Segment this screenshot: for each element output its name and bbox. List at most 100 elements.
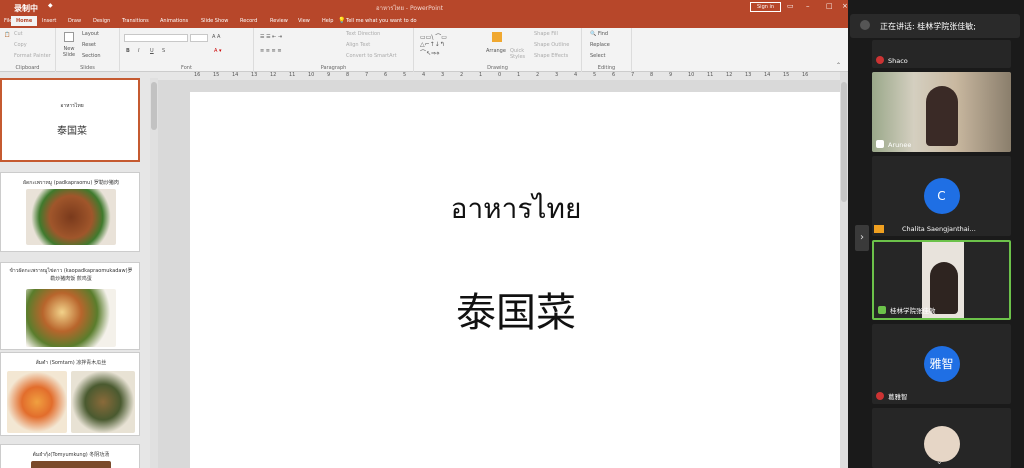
ruler-mark: 7	[631, 72, 635, 78]
thumbnail-slide-5[interactable]: ต้มยำกุ้ง(Tomyumkung) 冬阴功汤	[0, 444, 140, 468]
slide-thumbnails-pane[interactable]: อาหารไทย 泰国菜 ผัดกะเพราหมู (padkapraomu) …	[0, 78, 150, 468]
food-photo	[31, 461, 111, 468]
ruler-mark: 1	[479, 72, 483, 78]
find-icon: 🔍	[590, 31, 597, 37]
tab-help[interactable]: Help	[322, 18, 333, 24]
paste-button[interactable]: 📋	[4, 32, 10, 38]
thumbnail-2-caption: ผัดกะเพราหมู (padkapraomu) 罗勒炒猪肉	[23, 180, 119, 186]
ruler-mark: 16	[802, 72, 809, 78]
align-icon[interactable]: ≡ ≡ ≡ ≡	[260, 48, 282, 54]
collapse-panel-icon[interactable]: ›	[855, 225, 869, 251]
section-button[interactable]: Section	[82, 53, 101, 59]
tell-me-search[interactable]: Tell me what you want to do	[346, 18, 417, 24]
slide-title-chinese[interactable]: 泰国菜	[190, 280, 842, 338]
arrange-button[interactable]: Arrange	[486, 48, 506, 54]
tab-record[interactable]: Record	[240, 18, 257, 24]
arrange-icon[interactable]	[492, 32, 502, 42]
participant-tile[interactable]: Arunee	[872, 72, 1011, 152]
font-color-icon[interactable]: A ▾	[214, 48, 222, 54]
participant-tile[interactable]: 雅智 葛雅智	[872, 324, 1011, 404]
tab-animations[interactable]: Animations	[160, 18, 188, 24]
bold-button[interactable]: B	[126, 48, 130, 54]
paste-icon: 📋	[4, 32, 11, 38]
participant-tile[interactable]: ⌄	[872, 408, 1011, 468]
shape-outline-button[interactable]: Shape Outline	[534, 42, 569, 48]
speaking-indicator: 正在讲话: 桂林学院张佳敏;	[850, 14, 1020, 38]
powerpoint-window: 录制中 ◆ อาหารไทย - PowerPoint Sign in ▭ – …	[0, 0, 848, 468]
shape-fill-button[interactable]: Shape Fill	[534, 31, 558, 37]
smartart-button[interactable]: Convert to SmartArt	[346, 53, 397, 59]
bullets-icon[interactable]: ☰ ☰ ⇤ ⇥	[260, 34, 282, 40]
participant-name: 桂林学院张佳敏	[890, 307, 936, 315]
ruler-mark: 9	[327, 72, 331, 78]
close-icon[interactable]: ×	[842, 2, 848, 10]
ruler-mark: 3	[555, 72, 559, 78]
ruler-mark: 7	[365, 72, 369, 78]
cut-button[interactable]: Cut	[14, 31, 23, 37]
shapes-gallery-icon[interactable]: ▭▭\ ⌒▭ △⌐↑↓↰ ⌒↖⇒⋄	[420, 32, 447, 57]
new-slide-button[interactable]: New Slide	[60, 46, 78, 58]
new-slide-icon[interactable]	[64, 32, 74, 42]
sign-in-button[interactable]: Sign in	[750, 2, 782, 12]
tab-design[interactable]: Design	[93, 18, 110, 24]
autosave-icon[interactable]: ◆	[48, 2, 53, 9]
tab-insert[interactable]: Insert	[42, 18, 56, 24]
ruler-mark: 11	[289, 72, 296, 78]
slide-title-thai[interactable]: อาหารไทย	[190, 187, 842, 231]
collapse-ribbon-icon[interactable]: ⌃	[836, 62, 841, 69]
tab-draw[interactable]: Draw	[68, 18, 81, 24]
font-size-input[interactable]	[190, 34, 208, 42]
replace-button[interactable]: Replace	[590, 42, 610, 48]
minimize-icon[interactable]: –	[806, 2, 810, 10]
participant-tile[interactable]: Shaco	[872, 40, 1011, 68]
slide-scroll-thumb[interactable]	[841, 82, 847, 202]
ruler-mark: 4	[574, 72, 578, 78]
thumbnail-scroll-thumb[interactable]	[151, 82, 157, 130]
scroll-down-icon[interactable]: ⌄	[936, 457, 943, 466]
quick-styles-button[interactable]: Quick Styles	[510, 48, 526, 60]
tab-view[interactable]: View	[298, 18, 310, 24]
select-button[interactable]: Select	[590, 53, 605, 59]
font-name-input[interactable]	[124, 34, 188, 42]
layout-button[interactable]: Layout	[82, 31, 99, 37]
document-title: อาหารไทย - PowerPoint	[376, 5, 444, 12]
mic-muted-icon	[876, 56, 884, 64]
ruler-mark: 13	[745, 72, 752, 78]
reset-button[interactable]: Reset	[82, 42, 96, 48]
find-button[interactable]: 🔍 Find	[590, 31, 608, 37]
tab-review[interactable]: Review	[270, 18, 288, 24]
ribbon-display-icon[interactable]: ▭	[787, 2, 794, 10]
mic-muted-icon	[876, 392, 884, 400]
mic-icon	[876, 140, 884, 148]
strikethrough-button[interactable]: S	[162, 48, 165, 54]
align-text-button[interactable]: Align Text	[346, 42, 370, 48]
ruler-mark: 6	[612, 72, 616, 78]
tab-home[interactable]: Home	[11, 16, 38, 26]
participant-tile-active[interactable]: 桂林学院张佳敏	[872, 240, 1011, 320]
thumbnail-scrollbar[interactable]	[150, 78, 158, 468]
thumbnail-slide-3[interactable]: ข้าวผัดกะเพราหมูไข่ดาว (kaopadkapraomuka…	[0, 262, 140, 350]
tab-transitions[interactable]: Transitions	[122, 18, 149, 24]
shape-effects-button[interactable]: Shape Effects	[534, 53, 568, 59]
format-painter-button[interactable]: Format Painter	[14, 53, 51, 59]
font-grow-icon[interactable]: A A	[212, 34, 220, 40]
thumbnail-1-chinese: 泰国菜	[57, 126, 87, 137]
avatar: 雅智	[923, 346, 960, 382]
thumbnail-slide-4[interactable]: ส้มตำ (Somtam) 凉拌青木瓜丝	[0, 352, 140, 436]
food-photo	[26, 289, 116, 347]
copy-button[interactable]: Copy	[14, 42, 27, 48]
thumbnail-slide-2[interactable]: ผัดกะเพราหมู (padkapraomu) 罗勒炒猪肉	[0, 172, 140, 252]
food-photo	[7, 371, 67, 433]
text-direction-button[interactable]: Text Direction	[346, 31, 380, 37]
italic-button[interactable]: I	[138, 48, 139, 54]
underline-button[interactable]: U	[150, 48, 154, 54]
ruler-mark: 6	[384, 72, 388, 78]
participant-tile[interactable]: C Chalita Saengjanthai...	[872, 156, 1011, 236]
maximize-icon[interactable]: □	[826, 2, 833, 10]
thumbnail-slide-1[interactable]: อาหารไทย 泰国菜	[0, 78, 140, 162]
ribbon: 📋 Cut Copy Format Painter Clipboard New …	[0, 28, 848, 72]
current-slide[interactable]: อาหารไทย 泰国菜	[190, 92, 842, 468]
thumbnail-3-caption: ข้าวผัดกะเพราหมูไข่ดาว (kaopadkapraomuka…	[9, 268, 133, 282]
tab-slide-show[interactable]: Slide Show	[201, 18, 228, 24]
slide-scrollbar[interactable]	[840, 72, 848, 468]
